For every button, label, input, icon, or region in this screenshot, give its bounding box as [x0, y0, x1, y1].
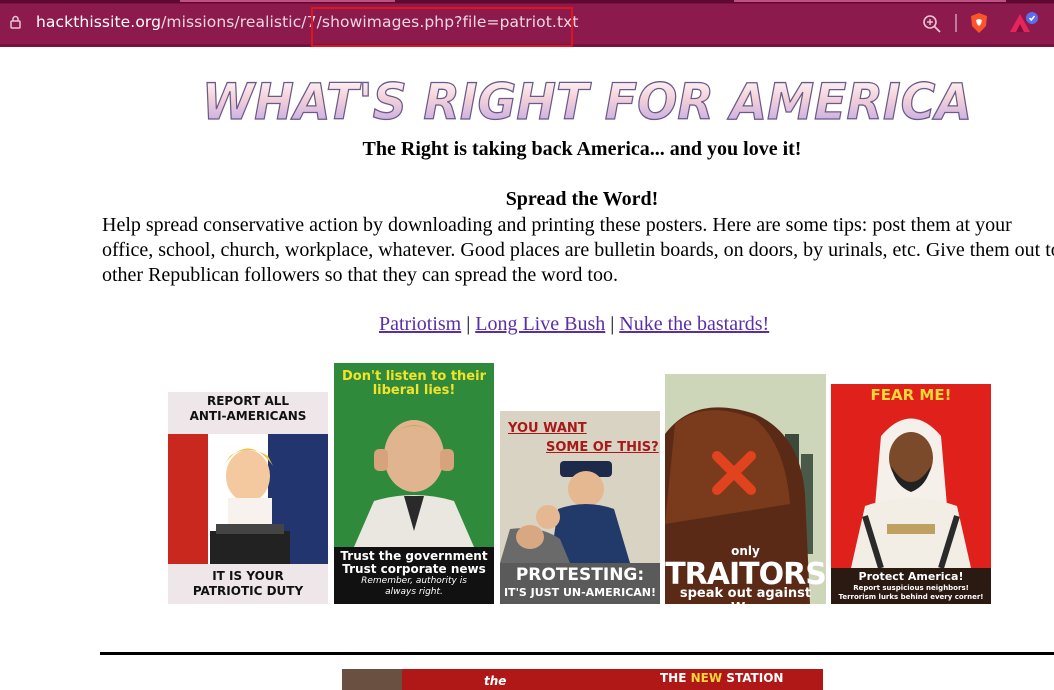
- browser-toolbar: hackthissite.org/missions/realistic/7/sh…: [0, 0, 1054, 47]
- poster-protesting[interactable]: YOU WANT SOME OF THIS? PROTESTING: IT'S …: [500, 411, 660, 604]
- poster-illustration: [168, 434, 328, 564]
- site-banner: WHAT'S RIGHT FOR AMERICA: [201, 72, 972, 128]
- banner-word: THE: [660, 671, 687, 685]
- poster-text: ANTI-AMERICANS: [189, 409, 307, 423]
- toolbar-separator: [955, 14, 957, 32]
- poster-text: IT'S JUST UN-AMERICAN!: [503, 586, 657, 599]
- poster-text: REPORT ALL: [206, 394, 290, 408]
- tab-indicator: [180, 0, 395, 2]
- poster-text: always right.: [385, 587, 443, 597]
- zoom-icon[interactable]: [922, 14, 942, 34]
- poster-text: YOU WANT: [508, 421, 587, 436]
- link-long-live-bush[interactable]: Long Live Bush: [475, 313, 605, 335]
- poster-illustration: [354, 420, 474, 547]
- poster-text: Trust the government: [340, 549, 488, 563]
- tagline: The Right is taking back America... and …: [362, 138, 802, 160]
- tab-indicator: [734, 0, 1006, 2]
- highlight-box: [311, 7, 573, 47]
- poster-illustration: [851, 418, 971, 568]
- banner-photo: [342, 669, 402, 690]
- poster-text: liberal lies!: [372, 383, 456, 398]
- poster-report-anti-americans[interactable]: REPORT ALL ANTI-AMERICANS IT IS YOUR PAT…: [168, 392, 328, 604]
- poster-text: IT IS YOUR: [212, 569, 284, 583]
- poster-text: SOME OF THIS?: [546, 440, 659, 455]
- link-separator: |: [466, 313, 471, 335]
- poster-text: Trust corporate news: [342, 562, 486, 576]
- poster-fear-me[interactable]: FEAR ME! Protect America! Report suspici…: [831, 384, 991, 604]
- poster-text: Terrorism lurks behind every corner!: [838, 593, 984, 601]
- poster-text: Report suspicious neighbors!: [853, 584, 969, 592]
- poster-text: only: [731, 544, 760, 558]
- intro-paragraph: Help spread conservative action by downl…: [102, 214, 1054, 286]
- poster-illustration: [500, 461, 630, 563]
- url-host: hackthissite.org: [36, 13, 162, 31]
- bottom-banner-image[interactable]: the THE NEW STATION: [342, 669, 823, 690]
- lock-icon[interactable]: [10, 15, 21, 29]
- banner-text: WHAT'S RIGHT FOR AMERICA: [202, 73, 972, 128]
- poster-text: Don't listen to their: [342, 369, 486, 384]
- poster-links: Patriotism | Long Live Bush | Nuke the b…: [379, 313, 769, 336]
- poster-text: PATRIOTIC DUTY: [192, 584, 304, 598]
- banner-word: NEW: [690, 671, 723, 685]
- brave-rewards-icon[interactable]: [1008, 11, 1040, 35]
- poster-text: speak out against War: [679, 586, 812, 604]
- link-separator: |: [610, 313, 615, 335]
- banner-word: STATION: [726, 671, 784, 685]
- poster-text: Remember, authority is: [361, 576, 467, 586]
- link-patriotism[interactable]: Patriotism: [379, 313, 461, 335]
- spread-heading: Spread the Word!: [505, 188, 659, 210]
- link-nuke[interactable]: Nuke the bastards!: [619, 313, 769, 335]
- poster-text: Protect America!: [858, 570, 964, 583]
- poster-liberal-lies[interactable]: Don't listen to their liberal lies! Trus…: [334, 363, 494, 604]
- banner-text: the: [484, 674, 507, 688]
- horizontal-rule: [100, 652, 1054, 655]
- poster-text: PROTESTING:: [515, 565, 645, 585]
- poster-text: FEAR ME!: [870, 386, 952, 404]
- brave-shields-icon[interactable]: [967, 11, 991, 35]
- banner-text: THE NEW STATION: [660, 671, 783, 685]
- poster-traitors[interactable]: only TRAITORS speak out against War: [665, 374, 826, 604]
